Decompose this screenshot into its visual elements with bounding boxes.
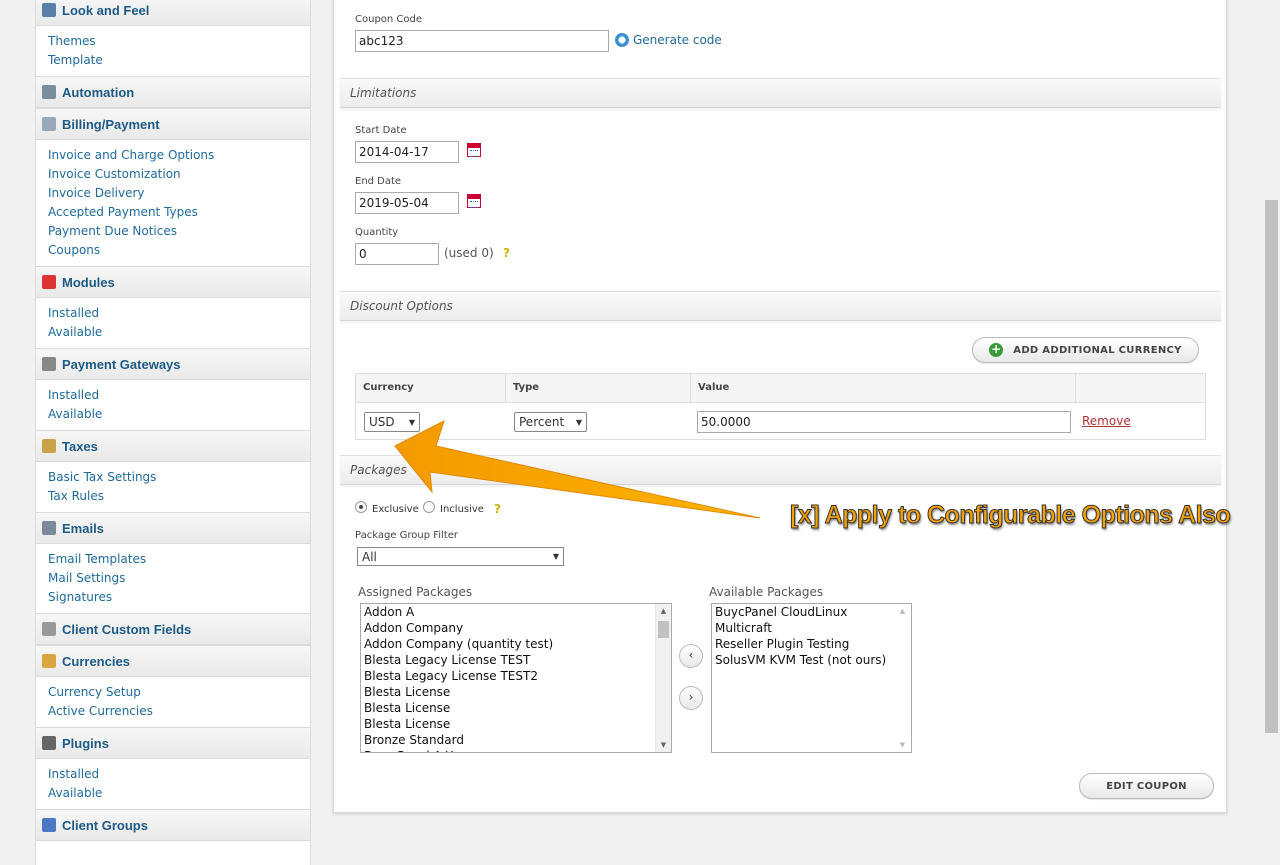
page-scrollbar[interactable] — [1263, 0, 1280, 865]
annotation-text: [x] Apply to Configurable Options Also — [789, 501, 1231, 530]
page-scroll-thumb[interactable] — [1265, 200, 1278, 733]
annotation-arrow — [394, 420, 761, 519]
arrow-shape — [394, 420, 761, 519]
